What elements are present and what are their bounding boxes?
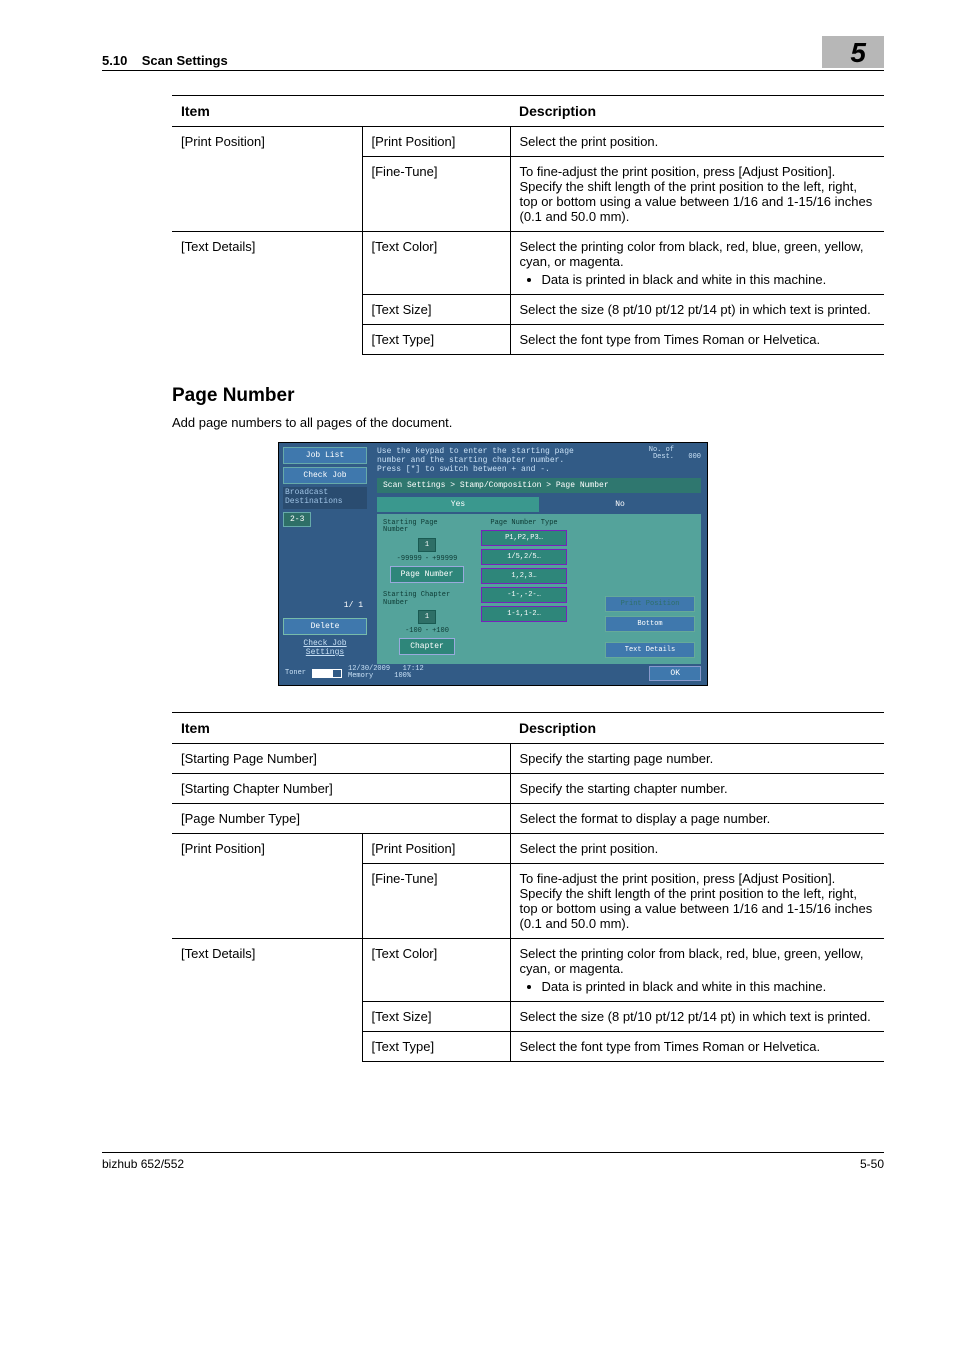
t1-cell: [Text Color] [362,232,510,295]
t2-cell: [Fine-Tune] [362,863,510,938]
panel-page-number-button[interactable]: Page Number [390,566,465,583]
t2-cell: Select the format to display a page numb… [510,803,884,833]
section-page-number-title: Page Number [172,385,884,407]
panel-start-chapter-value: 1 [418,610,436,624]
panel-text-details-button[interactable]: Text Details [605,642,695,658]
table2-head-item: Item [172,712,510,743]
t2-cell: [Starting Page Number] [172,743,510,773]
header-chapter-no: 5 [822,36,884,68]
t1-cell: Select the size (8 pt/10 pt/12 pt/14 pt)… [510,295,884,325]
t2-cell: [Text Details] [172,938,362,1061]
t1-cell: Select the print position. [510,127,884,157]
t2-cell: Select the print position. [510,833,884,863]
panel-check-job-button[interactable]: Check Job [283,467,367,484]
page-header: 5.10 Scan Settings 5 [102,36,884,71]
t2-cell: Specify the starting chapter number. [510,773,884,803]
panel-job-list-button[interactable]: Job List [283,447,367,464]
header-section-no: 5.10 [102,53,127,68]
footer-model: bizhub 652/552 [102,1157,184,1171]
t2-cell: [Print Position] [172,833,362,938]
t2-cell: [Text Size] [362,1001,510,1031]
t2-cell: [Starting Chapter Number] [172,773,510,803]
panel-dest-label: No. of Dest. [649,447,674,461]
panel-dest-value: 000 [688,453,701,461]
t2-cell: Select the font type from Times Roman or… [510,1031,884,1061]
panel-pntype-opt[interactable]: -1-,-2-… [481,587,567,603]
t2-cell: To fine-adjust the print position, press… [510,863,884,938]
header-section-title: Scan Settings [142,53,228,68]
table1-head-item: Item [172,96,510,127]
t1-cell: Select the font type from Times Roman or… [510,325,884,355]
printer-panel-screenshot: Job List Check Job Broadcast Destination… [278,442,708,686]
panel-toner-label: Toner [285,670,306,677]
panel-start-page-value: 1 [418,538,436,552]
panel-dest-badge[interactable]: 2-3 [283,512,311,527]
panel-delete-button[interactable]: Delete [283,618,367,635]
panel-pntype-opt[interactable]: 1,2,3… [481,568,567,584]
page-footer: bizhub 652/552 5-50 [102,1152,884,1171]
t1-cell: [Print Position] [172,127,362,232]
section-page-number-body: Add page numbers to all pages of the doc… [172,415,884,430]
t2-cell: [Print Position] [362,833,510,863]
t1-cell: [Print Position] [362,127,510,157]
panel-breadcrumb: Scan Settings > Stamp/Composition > Page… [377,478,701,493]
t2-cell: Select the size (8 pt/10 pt/12 pt/14 pt)… [510,1001,884,1031]
settings-table-2: Item Description [Starting Page Number] … [172,712,884,1062]
t1-cell: [Text Type] [362,325,510,355]
panel-print-position-button[interactable]: Bottom [605,616,695,632]
t2-cell: [Text Type] [362,1031,510,1061]
panel-print-position-label: Print Position [605,596,695,612]
panel-no-tab[interactable]: No [539,497,701,512]
t2-cell: Select the printing color from black, re… [510,938,884,1001]
table2-head-desc: Description [510,712,884,743]
panel-ok-button[interactable]: OK [649,666,701,681]
settings-table-1: Item Description [Print Position] [Print… [172,95,884,355]
panel-pntype-opt[interactable]: 1-1,1-2… [481,606,567,622]
t2-cell: [Text Color] [362,938,510,1001]
t1-cell: [Text Size] [362,295,510,325]
panel-yes-tab[interactable]: Yes [377,497,539,512]
panel-instruction: Use the keypad to enter the starting pag… [377,447,649,475]
toner-gauge-icon [312,669,342,678]
panel-dest-count: 1/ 1 [283,599,367,612]
footer-page-no: 5-50 [860,1157,884,1171]
panel-chapter-button[interactable]: Chapter [399,638,455,655]
t2-cell: [Page Number Type] [172,803,510,833]
t2-cell: Specify the starting page number. [510,743,884,773]
t1-cell: [Fine-Tune] [362,157,510,232]
panel-broadcast-label: Broadcast Destinations [283,487,367,509]
t1-cell: To fine-adjust the print position, press… [510,157,884,232]
table1-head-desc: Description [510,96,884,127]
panel-pntype-opt[interactable]: 1/5,2/5… [481,549,567,565]
panel-pntype-opt[interactable]: P1,P2,P3… [481,530,567,546]
panel-check-settings-link[interactable]: Check Job Settings [283,638,367,660]
t1-cell: [Text Details] [172,232,362,355]
t1-cell: Select the printing color from black, re… [510,232,884,295]
